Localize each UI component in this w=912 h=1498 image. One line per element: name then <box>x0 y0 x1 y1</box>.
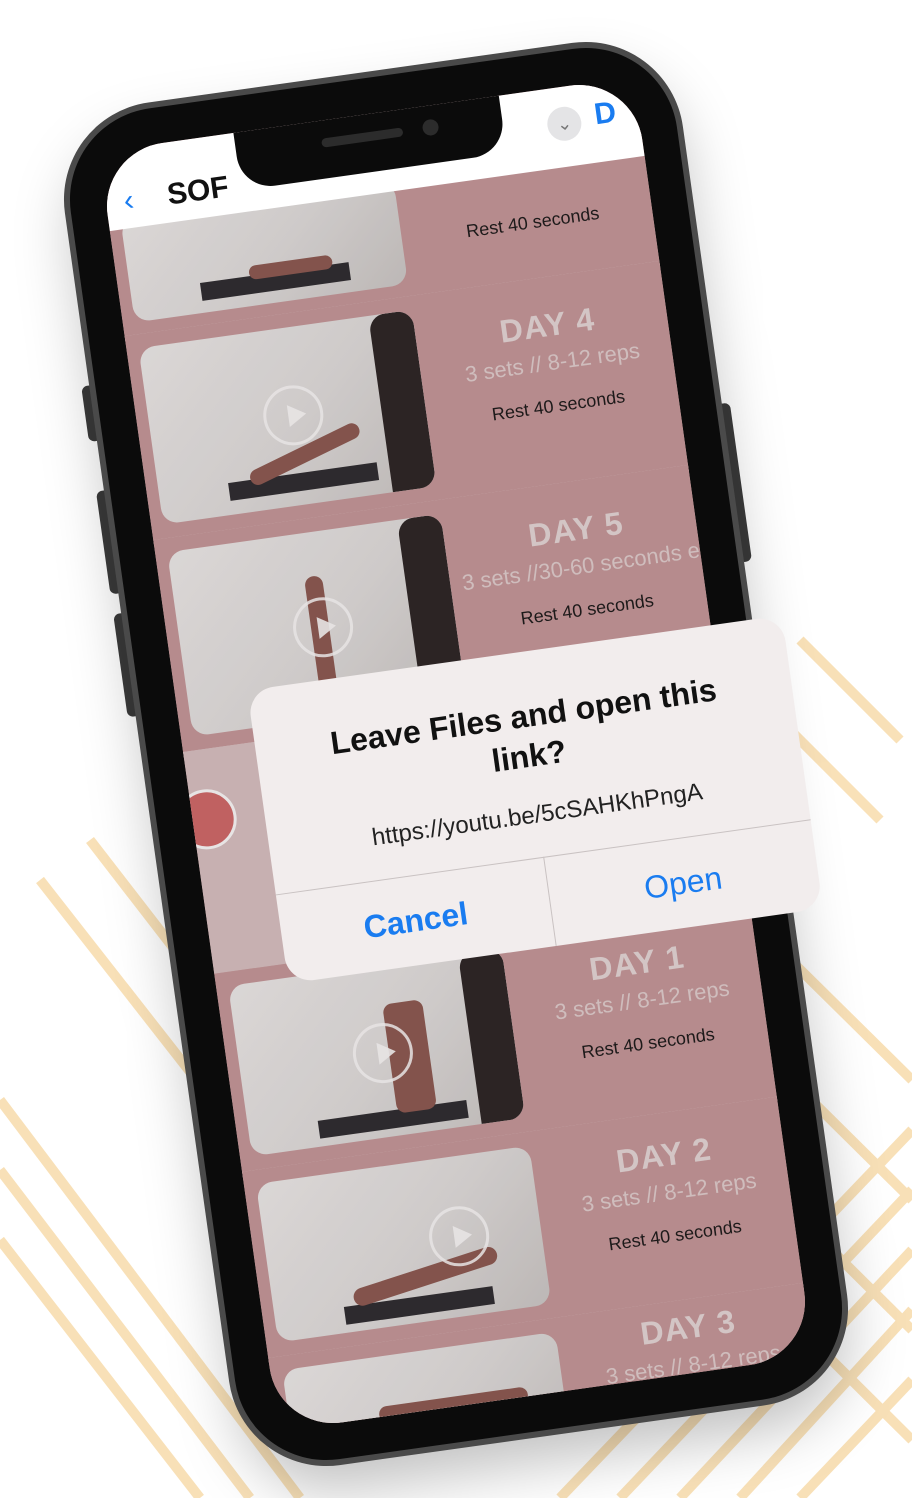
front-camera <box>421 118 440 137</box>
document-title: SOF <box>165 170 231 212</box>
done-button[interactable]: D <box>592 96 618 133</box>
chevron-down-icon[interactable]: ⌄ <box>545 104 584 143</box>
play-icon[interactable] <box>434 1411 503 1432</box>
speaker <box>321 127 404 148</box>
chevron-left-icon[interactable]: ‹ <box>122 184 136 218</box>
